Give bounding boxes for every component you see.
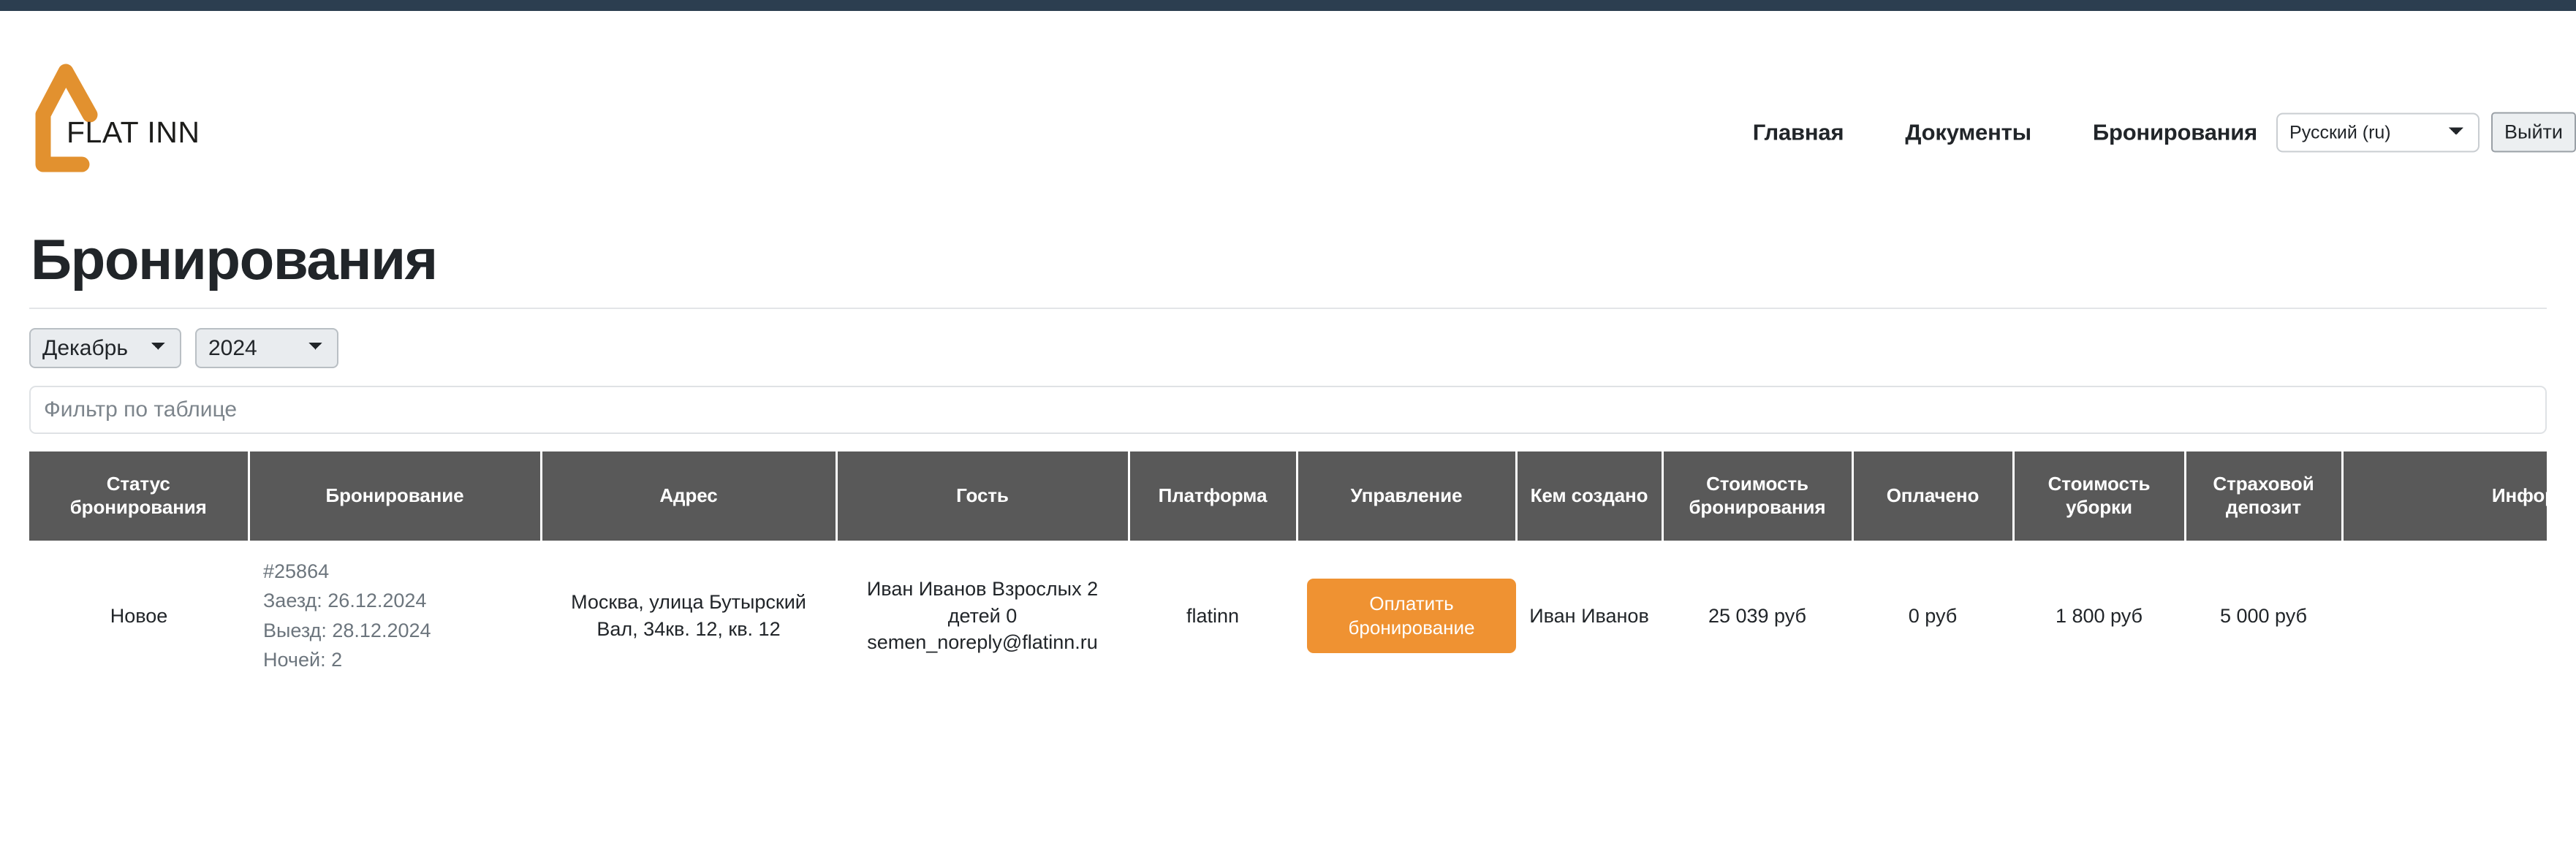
page-content: Бронирования Декабрь 2024 Статус брониро…	[0, 227, 2576, 691]
cell-status: Новое	[29, 540, 249, 691]
payment-transaction-link[interactable]: #22337 - 8 917.3 RUB	[2352, 586, 2547, 616]
language-select[interactable]: Русский (ru)	[2276, 113, 2480, 152]
cell-booking: #25864 Заезд: 26.12.2024 Выезд: 28.12.20…	[249, 540, 541, 691]
table-header-row: Статус бронирования Бронирование Адрес Г…	[29, 451, 2547, 541]
booking-id: #25864	[263, 560, 330, 582]
main-navigation: Главная Документы Бронирования Русский (…	[1753, 112, 2576, 153]
cell-management: Оплатить бронирование	[1297, 540, 1516, 691]
cell-deposit: 5 000 руб	[2185, 540, 2342, 691]
column-header-cleaning-price[interactable]: Стоимость уборки	[2013, 451, 2186, 541]
bookings-table: Статус бронирования Бронирование Адрес Г…	[29, 451, 2547, 691]
nav-item-home[interactable]: Главная	[1753, 119, 1844, 145]
payment-form-link[interactable]: Платежная форма	[2352, 616, 2547, 646]
column-header-info[interactable]: Информация	[2342, 451, 2547, 541]
guest-name: Иван Иванов Взрослых 2 детей 0	[866, 577, 1099, 627]
top-accent-bar	[0, 0, 2576, 11]
pay-booking-button[interactable]: Оплатить бронирование	[1307, 578, 1516, 654]
cell-guest: Иван Иванов Взрослых 2 детей 0 semen_nor…	[836, 540, 1129, 691]
page-title: Бронирования	[31, 227, 438, 291]
booking-checkout: Выезд: 28.12.2024	[263, 619, 431, 641]
column-header-deposit[interactable]: Страховой депозит	[2185, 451, 2344, 541]
cell-booking-price: 25 039 руб	[1662, 540, 1852, 691]
booking-details: #25864 Заезд: 26.12.2024 Выезд: 28.12.20…	[259, 557, 531, 675]
column-header-management[interactable]: Управление	[1297, 451, 1518, 541]
cell-cleaning-price: 1 800 руб	[2013, 540, 2185, 691]
nav-item-documents[interactable]: Документы	[1905, 119, 2031, 145]
guest-email: semen_noreply@flatinn.ru	[867, 631, 1098, 654]
year-select[interactable]: 2024	[195, 327, 338, 368]
column-header-created-by[interactable]: Кем создано	[1516, 451, 1664, 541]
table-row: Новое #25864 Заезд: 26.12.2024 Выезд: 28…	[29, 540, 2547, 691]
table-filter-input[interactable]	[29, 385, 2547, 434]
column-header-status[interactable]: Статус бронирования	[29, 451, 250, 541]
period-filters: Декабрь 2024	[29, 327, 2547, 368]
booking-nights: Ночей: 2	[263, 649, 343, 671]
column-header-booking[interactable]: Бронирование	[249, 451, 542, 541]
cell-address: Москва, улица Бутырский Вал, 34кв. 12, к…	[541, 540, 836, 691]
column-header-address[interactable]: Адрес	[541, 451, 838, 541]
month-select[interactable]: Декабрь	[29, 327, 181, 368]
nav-item-bookings[interactable]: Бронирования	[2093, 119, 2257, 145]
cell-paid: 0 руб	[1852, 540, 2013, 691]
column-header-guest[interactable]: Гость	[836, 451, 1130, 541]
logout-button[interactable]: Выйти	[2491, 112, 2576, 153]
column-header-platform[interactable]: Платформа	[1129, 451, 1298, 541]
column-header-paid[interactable]: Оплачено	[1852, 451, 2015, 541]
booking-checkin: Заезд: 26.12.2024	[263, 590, 427, 612]
info-links: #22337 - 8 917.3 RUB Платежная форма	[2352, 586, 2547, 645]
cell-created-by: Иван Иванов	[1516, 540, 1662, 691]
brand-logo[interactable]: FLAT INN	[29, 39, 263, 192]
cell-platform: flatinn	[1129, 540, 1297, 691]
bookings-table-container: Статус бронирования Бронирование Адрес Г…	[29, 451, 2547, 691]
title-divider	[29, 307, 2547, 309]
site-header: FLAT INN Главная Документы Бронирования …	[0, 11, 2576, 230]
cell-info: #22337 - 8 917.3 RUB Платежная форма	[2342, 540, 2547, 691]
svg-text:FLAT INN: FLAT INN	[67, 115, 200, 149]
column-header-booking-price[interactable]: Стоимость бронирования	[1662, 451, 1854, 541]
